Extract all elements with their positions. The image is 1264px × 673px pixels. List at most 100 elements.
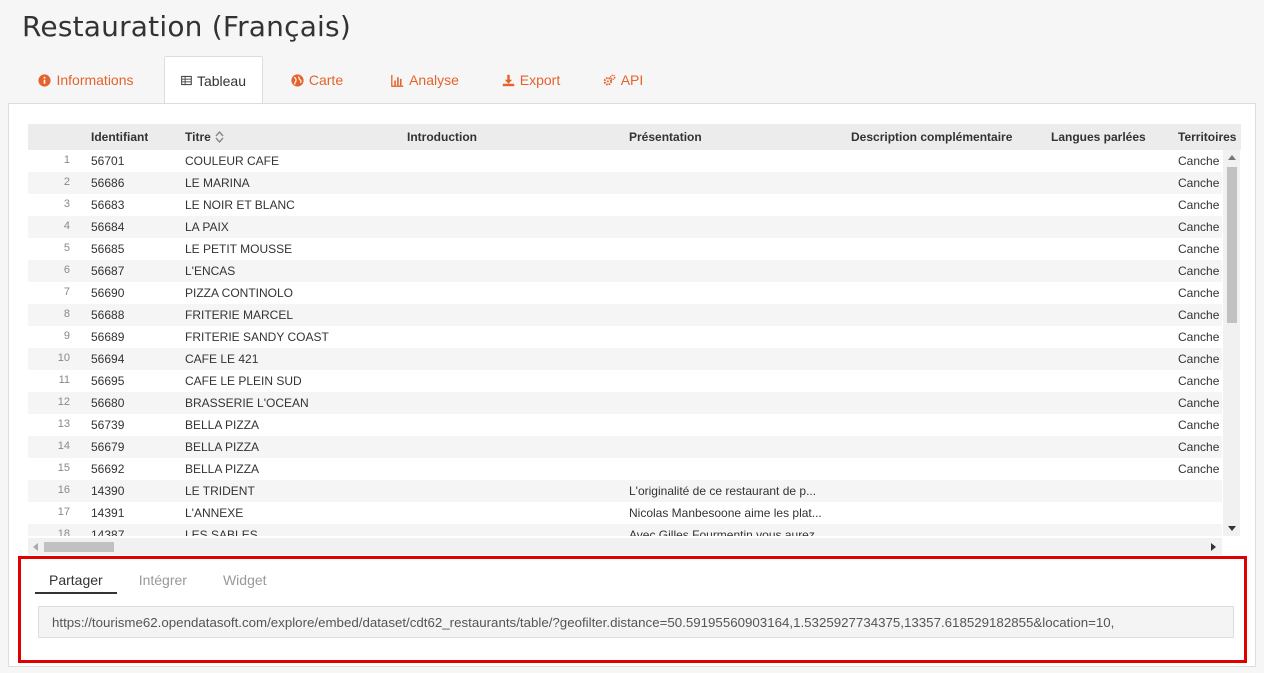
horizontal-scrollbar[interactable] — [28, 538, 1222, 555]
cell-identifiant: 56685 — [91, 242, 125, 256]
row-number: 5 — [63, 242, 70, 254]
table-row[interactable]: 14 56679 BELLA PIZZA Canche — [28, 436, 1222, 458]
cell-titre: BRASSERIE L'OCEAN — [185, 396, 309, 410]
info-circle-icon — [38, 73, 52, 87]
table-row[interactable]: 3 56683 LE NOIR ET BLANC Canche — [28, 194, 1222, 216]
records-table: Identifiant Titre Introduction Présentat… — [28, 124, 1241, 556]
cell-titre: LE MARINA — [185, 176, 250, 190]
table-body: 1 56701 COULEUR CAFE Canche 2 56686 LE MARINA C… — [28, 150, 1222, 536]
row-number: 13 — [57, 418, 70, 430]
cell-titre: L'ENCAS — [185, 264, 236, 278]
globe-icon — [291, 73, 304, 87]
cell-identifiant: 56692 — [91, 462, 125, 476]
row-number: 2 — [63, 176, 70, 188]
column-header-presentation[interactable]: Présentation — [629, 130, 702, 144]
table-row[interactable]: 4 56684 LA PAIX Canche — [28, 216, 1222, 238]
cell-identifiant: 56687 — [91, 264, 125, 278]
cell-territoires: Canche — [1178, 308, 1220, 322]
row-number: 18 — [57, 528, 70, 536]
cell-titre: LES SABLES — [185, 528, 258, 536]
cell-territoires: Canche — [1178, 286, 1220, 300]
table-row[interactable]: 1 56701 COULEUR CAFE Canche — [28, 150, 1222, 172]
cell-territoires: Canche — [1178, 220, 1220, 234]
column-header-introduction[interactable]: Introduction — [407, 130, 477, 144]
vertical-scroll-thumb[interactable] — [1227, 167, 1237, 323]
table-row[interactable]: 15 56692 BELLA PIZZA Canche — [28, 458, 1222, 480]
table-row[interactable]: 11 56695 CAFE LE PLEIN SUD Canche — [28, 370, 1222, 392]
cell-territoires: Canche — [1178, 462, 1220, 476]
cell-identifiant: 56694 — [91, 352, 125, 366]
cell-identifiant: 56679 — [91, 440, 125, 454]
row-number: 12 — [57, 396, 70, 408]
bar-chart-icon — [391, 74, 404, 87]
share-tab-partager[interactable]: Partager — [35, 566, 117, 594]
cell-titre: LA PAIX — [185, 220, 229, 234]
tab-analyse[interactable]: Analyse — [371, 56, 479, 104]
table-row[interactable]: 10 56694 CAFE LE 421 Canche — [28, 348, 1222, 370]
cell-presentation: L'originalité de ce restaurant de p... — [629, 484, 817, 498]
cell-identifiant: 56683 — [91, 198, 125, 212]
cell-titre: CAFE LE 421 — [185, 352, 259, 366]
table-header: Identifiant Titre Introduction Présentat… — [28, 124, 1241, 150]
tab-label: API — [620, 72, 644, 88]
table-row[interactable]: 16 14390 LE TRIDENT L'originalité de ce res… — [28, 480, 1222, 502]
row-number: 9 — [63, 330, 70, 342]
table-row[interactable]: 2 56686 LE MARINA Canche — [28, 172, 1222, 194]
tab-api[interactable]: API — [583, 56, 663, 104]
table-row[interactable]: 6 56687 L'ENCAS Canche — [28, 260, 1222, 282]
table-row[interactable]: 12 56680 BRASSERIE L'OCEAN Canche — [28, 392, 1222, 414]
cell-territoires: Canche — [1178, 264, 1220, 278]
cell-titre: FRITERIE SANDY COAST — [185, 330, 329, 344]
table-row[interactable]: 8 56688 FRITERIE MARCEL Canche — [28, 304, 1222, 326]
scroll-left-arrow-icon[interactable] — [33, 543, 38, 551]
scroll-right-arrow-icon[interactable] — [1211, 543, 1216, 551]
tab-tableau[interactable]: Tableau — [164, 56, 263, 105]
column-header-langues[interactable]: Langues parlées — [1051, 130, 1146, 144]
cell-territoires: Canche — [1178, 198, 1220, 212]
cell-identifiant: 56739 — [91, 418, 125, 432]
cell-titre: BELLA PIZZA — [185, 440, 260, 454]
cell-territoires: Canche — [1178, 176, 1220, 190]
vertical-scrollbar[interactable] — [1223, 150, 1240, 536]
cell-identifiant: 56684 — [91, 220, 125, 234]
row-number: 11 — [58, 374, 70, 386]
column-header-territoires[interactable]: Territoires — [1178, 130, 1236, 144]
cell-presentation: Avec Gilles Fourmentin vous aurez... — [629, 528, 825, 536]
row-number: 14 — [57, 440, 70, 452]
row-number: 8 — [63, 308, 70, 320]
row-number: 15 — [57, 462, 70, 474]
column-header-label: Titre — [185, 130, 211, 144]
table-row[interactable]: 18 14387 LES SABLES Avec Gilles Fourmentin … — [28, 524, 1222, 536]
row-number: 4 — [63, 220, 70, 232]
tab-label: Carte — [308, 72, 344, 88]
cell-titre: LE PETIT MOUSSE — [185, 242, 293, 256]
tab-informations[interactable]: Informations — [8, 56, 164, 104]
cell-presentation: Nicolas Manbesoone aime les plat... — [629, 506, 822, 520]
cell-territoires: Canche — [1178, 330, 1220, 344]
cell-titre: LE TRIDENT — [185, 484, 255, 498]
horizontal-scroll-thumb[interactable] — [44, 542, 114, 552]
tab-carte[interactable]: Carte — [263, 56, 371, 104]
column-header-identifiant[interactable]: Identifiant — [91, 130, 148, 144]
cell-titre: LE NOIR ET BLANC — [185, 198, 295, 212]
share-tab-integrer[interactable]: Intégrer — [125, 566, 201, 594]
tab-export[interactable]: Export — [479, 56, 583, 104]
gears-icon — [603, 73, 616, 86]
cell-titre: COULEUR CAFE — [185, 154, 280, 168]
scroll-up-arrow-icon[interactable] — [1228, 155, 1236, 160]
table-row[interactable]: 13 56739 BELLA PIZZA Canche — [28, 414, 1222, 436]
cell-titre: PIZZA CONTINOLO — [185, 286, 294, 300]
page-title: Restauration (Français) — [22, 10, 351, 43]
tab-label: Analyse — [409, 72, 459, 88]
cell-identifiant: 56701 — [91, 154, 125, 168]
table-row[interactable]: 7 56690 PIZZA CONTINOLO Canche — [28, 282, 1222, 304]
table-row[interactable]: 17 14391 L'ANNEXE Nicolas Manbesoone aime l… — [28, 502, 1222, 524]
column-header-description[interactable]: Description complémentaire — [851, 130, 1012, 144]
table-row[interactable]: 9 56689 FRITERIE SANDY COAST Canche — [28, 326, 1222, 348]
table-row[interactable]: 5 56685 LE PETIT MOUSSE Canche — [28, 238, 1222, 260]
scroll-down-arrow-icon[interactable] — [1228, 526, 1236, 531]
column-header-titre[interactable]: Titre — [185, 130, 224, 144]
cell-identifiant: 56680 — [91, 396, 125, 410]
share-tab-widget[interactable]: Widget — [209, 566, 281, 594]
share-url-field[interactable]: https://tourisme62.opendatasoft.com/expl… — [38, 606, 1234, 638]
